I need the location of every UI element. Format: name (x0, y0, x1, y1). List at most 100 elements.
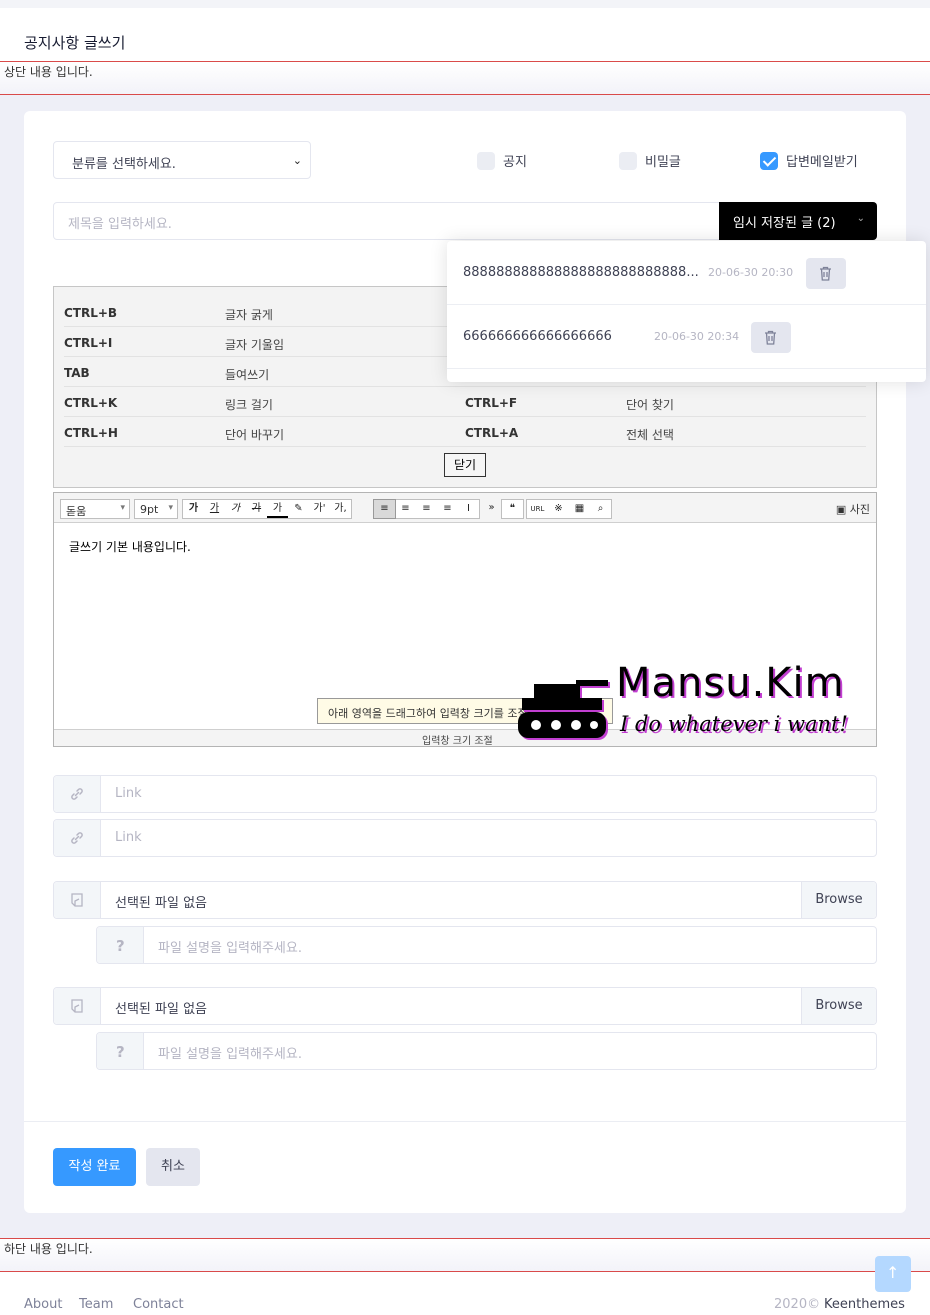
special-char-icon[interactable]: ※ (548, 500, 569, 518)
file-description-placeholder: 파일 설명을 입력해주세요. (158, 941, 302, 956)
bold-button[interactable]: 가 (183, 500, 204, 518)
browse-button[interactable]: Browse (801, 882, 876, 918)
close-shortcuts-button[interactable]: 닫기 (444, 453, 486, 477)
file-icon (71, 999, 83, 1013)
draft-date: 20-06-30 20:30 (708, 266, 794, 279)
subscript-button[interactable]: 가, (330, 500, 351, 518)
top-banner: 상단 내용 입니다. (0, 61, 930, 95)
shortcut-key: TAB (64, 366, 90, 380)
strike-button[interactable]: 가 (246, 500, 267, 518)
photo-button[interactable]: ▣ 사진 (836, 501, 870, 517)
file-addon (54, 882, 101, 918)
highlight-pen-icon[interactable]: ✎ (288, 500, 309, 518)
file-addon (54, 988, 101, 1024)
table-icon[interactable]: ▦ (569, 500, 590, 518)
more-icon[interactable]: » (481, 499, 502, 517)
insert-group: URL ※ ▦ ⌕ (526, 499, 612, 519)
secret-checkbox[interactable]: 비밀글 (619, 151, 681, 170)
scroll-top-button[interactable] (875, 1256, 911, 1292)
footer-year: 2020© (774, 1297, 821, 1312)
align-right-icon[interactable]: ≡ (416, 500, 437, 518)
file-name-label: 선택된 파일 없음 (115, 896, 207, 911)
draft-item[interactable]: 666666666666666666 20-06-30 20:34 (447, 305, 926, 369)
page-footer: About Team Contact 2020© Keenthemes (0, 1272, 930, 1315)
font-color-button[interactable]: 가 (267, 500, 288, 518)
draft-button-label: 임시 저장된 글 (2) (733, 216, 836, 231)
draft-date: 20-06-30 20:34 (654, 330, 740, 343)
file-description-input-2[interactable]: ? 파일 설명을 입력해주세요. (96, 1032, 877, 1070)
submit-button[interactable]: 작성 완료 (53, 1148, 136, 1186)
draft-item[interactable]: 888888888888888888888888888... 20-06-30 … (447, 241, 926, 305)
link-icon (71, 788, 83, 800)
checkbox-icon (619, 151, 637, 170)
page-title: 공지사항 글쓰기 (24, 34, 126, 52)
font-family-select[interactable]: 돋움 (60, 499, 130, 519)
link-placeholder: Link (115, 786, 142, 801)
shortcut-key: CTRL+F (465, 396, 518, 410)
shortcut-desc: 단어 바꾸기 (225, 428, 285, 442)
watermark-subtitle: I do whatever i want! (620, 712, 848, 736)
editor-toolbar: 돋움 9pt 가 가 가 가 가 ✎ 가' 가, ≡ ≡ ≡ ≡ I » ❝ (54, 493, 876, 523)
link-input-2[interactable]: Link (53, 819, 877, 857)
underline-button[interactable]: 가 (204, 500, 225, 518)
superscript-button[interactable]: 가' (309, 500, 330, 518)
line-height-icon[interactable]: I (458, 500, 479, 518)
draft-dropdown-menu: 888888888888888888888888888... 20-06-30 … (447, 241, 926, 382)
delete-draft-button[interactable] (806, 258, 846, 289)
footer-link-team[interactable]: Team (79, 1297, 113, 1312)
file-description-input-1[interactable]: ? 파일 설명을 입력해주세요. (96, 926, 877, 964)
notice-checkbox[interactable]: 공지 (477, 151, 527, 170)
quote-icon[interactable]: ❝ (502, 500, 523, 518)
footer-link-about[interactable]: About (24, 1297, 62, 1312)
question-icon: ? (116, 1043, 125, 1059)
shortcut-row: CTRL+H 단어 바꾸기 CTRL+A 전체 선택 (64, 417, 866, 447)
shortcut-key: CTRL+K (64, 396, 118, 410)
file-input-1[interactable]: 선택된 파일 없음 Browse (53, 881, 877, 919)
file-description-placeholder: 파일 설명을 입력해주세요. (158, 1047, 302, 1062)
chevron-down-icon: ⌄ (856, 213, 865, 224)
shortcut-key: CTRL+H (64, 426, 118, 440)
align-justify-icon[interactable]: ≡ (437, 500, 458, 518)
shortcut-desc: 글자 기울임 (225, 338, 285, 352)
align-left-icon[interactable]: ≡ (373, 499, 396, 519)
bottom-banner-text: 하단 내용 입니다. (4, 1242, 93, 1256)
photo-label: 사진 (849, 503, 870, 516)
align-center-icon[interactable]: ≡ (395, 500, 416, 518)
shortcut-key: CTRL+B (64, 306, 118, 320)
category-select[interactable]: 분류를 선택하세요. ⌄ (53, 141, 311, 179)
link-input-1[interactable]: Link (53, 775, 877, 813)
watermark-title: Mansu.Kim (616, 660, 845, 706)
help-addon: ? (97, 1033, 144, 1069)
top-banner-text: 상단 내용 입니다. (4, 65, 93, 79)
editor-content[interactable]: 글쓰기 기본 내용입니다. (69, 538, 191, 555)
find-icon[interactable]: ⌕ (590, 500, 611, 518)
checkbox-icon (477, 151, 495, 170)
svg-text:?: ? (116, 937, 125, 953)
file-icon (71, 893, 83, 907)
font-size-select[interactable]: 9pt (134, 499, 178, 519)
file-input-2[interactable]: 선택된 파일 없음 Browse (53, 987, 877, 1025)
notice-checkbox-label: 공지 (503, 155, 527, 170)
browse-button[interactable]: Browse (801, 988, 876, 1024)
tank-icon (518, 680, 610, 740)
card-divider (24, 1121, 906, 1122)
url-icon[interactable]: URL (527, 500, 548, 518)
cancel-button[interactable]: 취소 (146, 1148, 200, 1186)
page-header: 공지사항 글쓰기 (0, 0, 930, 62)
draft-title: 888888888888888888888888888... (463, 265, 699, 280)
draft-dropdown-button[interactable]: 임시 저장된 글 (2) ⌄ (719, 202, 877, 240)
footer-link-contact[interactable]: Contact (133, 1297, 184, 1312)
quote-group: ❝ (501, 499, 524, 519)
text-format-group: 가 가 가 가 가 ✎ 가' 가, (182, 499, 352, 519)
trash-icon (820, 266, 831, 281)
reply-mail-checkbox[interactable]: 답변메일받기 (760, 151, 858, 170)
delete-draft-button[interactable] (751, 322, 791, 353)
link-placeholder: Link (115, 830, 142, 845)
shortcut-desc: 링크 걸기 (225, 398, 273, 412)
italic-button[interactable]: 가 (225, 500, 246, 518)
footer-company-link[interactable]: Keenthemes (824, 1297, 905, 1312)
resize-label: 입력창 크기 조절 (422, 736, 493, 747)
shortcut-key: CTRL+I (64, 336, 113, 350)
shortcut-desc: 전체 선택 (626, 428, 674, 442)
bottom-banner: 하단 내용 입니다. (0, 1238, 930, 1272)
